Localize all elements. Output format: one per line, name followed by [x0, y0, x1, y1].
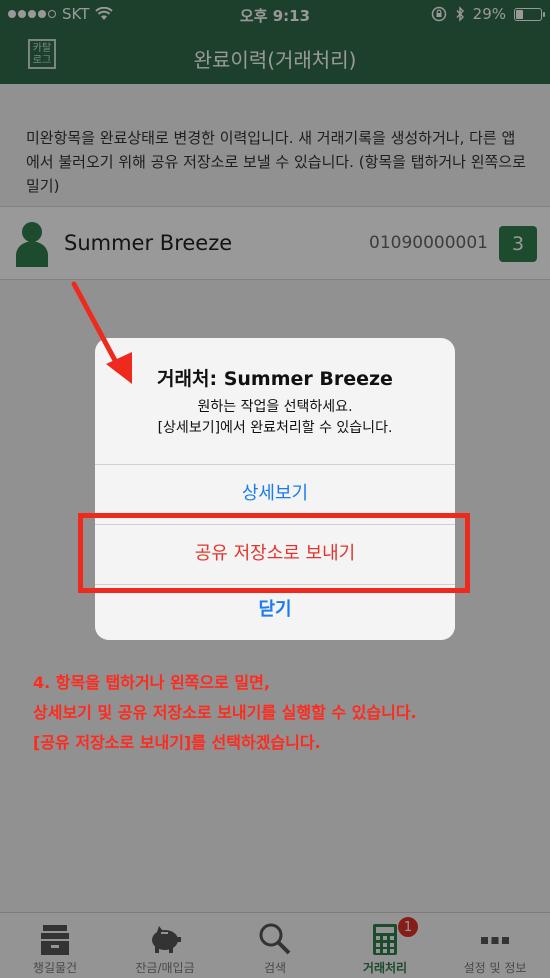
annotation-line: [공유 저장소로 보내기]를 선택하겠습니다. [33, 733, 321, 752]
alert-message-line: 원하는 작업을 선택하세요. [197, 399, 353, 415]
alert-message-line: [상세보기]에서 완료처리할 수 있습니다. [157, 420, 393, 436]
annotation-text: 4. 항목을 탭하거나 왼쪽으로 밀면, 상세보기 및 공유 저장소로 보내기를… [33, 668, 533, 758]
alert-message: 원하는 작업을 선택하세요. [상세보기]에서 완료처리할 수 있습니다. [105, 397, 445, 439]
annotation-line: 상세보기 및 공유 저장소로 보내기를 실행할 수 있습니다. [33, 703, 417, 722]
annotation-arrow-icon [71, 281, 132, 384]
annotation-line: 4. 항목을 탭하거나 왼쪽으로 밀면, [33, 673, 270, 692]
highlight-box [78, 513, 470, 593]
